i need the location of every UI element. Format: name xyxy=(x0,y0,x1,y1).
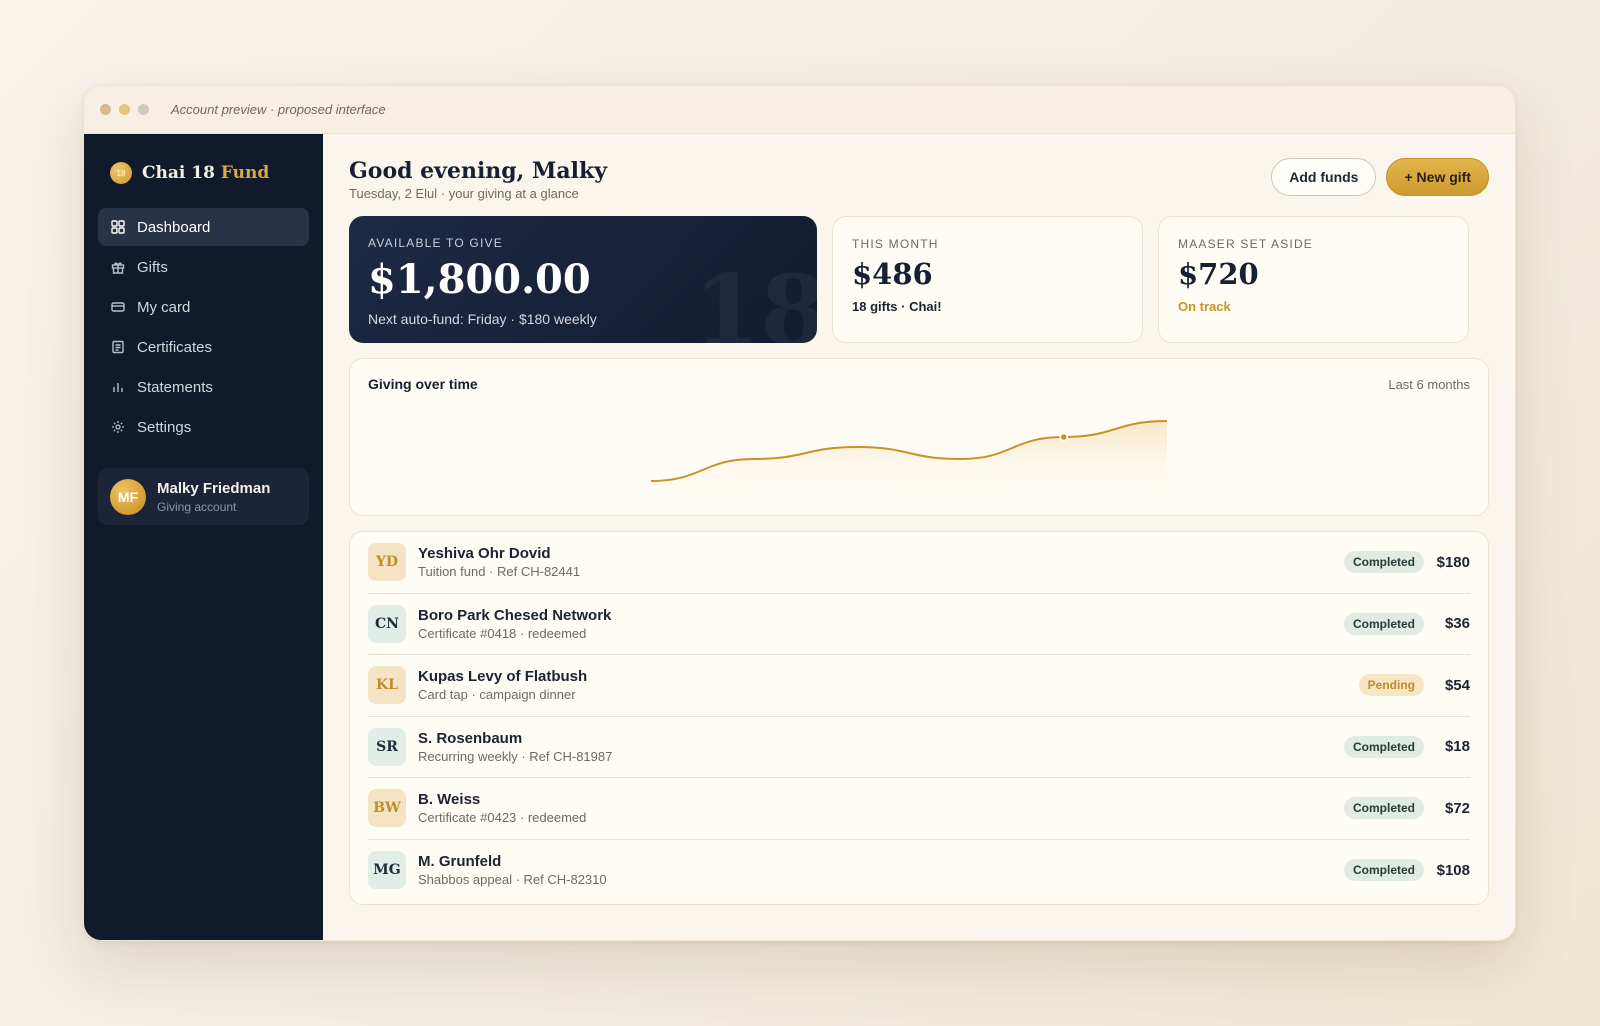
sidebar-item-settings[interactable]: Settings xyxy=(98,408,309,446)
minimize-window-button[interactable] xyxy=(119,104,130,115)
gift-icon xyxy=(111,260,125,274)
sidebar-item-label: Dashboard xyxy=(137,218,211,236)
grid-icon xyxy=(111,220,125,234)
sidebar-item-my-card[interactable]: My card xyxy=(98,288,309,326)
brand-logo[interactable]: 18 Chai 18 Fund xyxy=(98,158,309,188)
page-subtitle: Tuesday, 2 Elul · your giving at a glanc… xyxy=(349,186,579,201)
payee-avatar: MG xyxy=(368,851,406,890)
sidebar: 18 Chai 18 Fund Dashboard Gifts My card Cer… xyxy=(84,134,323,940)
status-badge: Completed xyxy=(1343,797,1424,820)
coin-icon: 18 xyxy=(110,162,132,184)
title-bar: Account preview · proposed interface xyxy=(84,86,1515,134)
user-role: Giving account xyxy=(157,499,237,514)
payee-name: Kupas Levy of Flatbush xyxy=(418,668,588,686)
status-badge: Completed xyxy=(1343,735,1424,758)
sidebar-item-label: My card xyxy=(137,298,191,316)
payee-name: Yeshiva Ohr Dovid xyxy=(418,545,551,563)
bar-chart-icon xyxy=(111,380,125,394)
payee-detail: Certificate #0418 · redeemed xyxy=(418,625,587,641)
zoom-window-button[interactable] xyxy=(138,104,149,115)
payee-detail: Recurring weekly · Ref CH-81987 xyxy=(418,748,613,764)
certificate-icon xyxy=(111,340,125,354)
status-badge: Completed xyxy=(1343,551,1424,574)
stat-label: MAASER SET ASIDE xyxy=(1178,237,1314,251)
payee-name: Boro Park Chesed Network xyxy=(418,606,612,624)
user-name: Malky Friedman xyxy=(157,479,271,497)
giving-chart xyxy=(650,420,1168,499)
transactions-list: YD Yeshiva Ohr Dovid Tuition fund · Ref CH… xyxy=(349,531,1489,905)
brand-name: Chai 18 Fund xyxy=(142,163,270,183)
amount: $180 xyxy=(1436,553,1470,571)
add-funds-button[interactable]: Add funds xyxy=(1271,158,1377,196)
payee-avatar: SR xyxy=(368,727,406,766)
payee-avatar: CN xyxy=(368,604,406,643)
list-item[interactable]: BW B. Weiss Certificate #0423 · redeemed Co… xyxy=(368,778,1470,840)
payee-detail: Certificate #0423 · redeemed xyxy=(418,810,587,826)
stats-row: 18 AVAILABLE TO GIVE $1,800.00 Next auto… xyxy=(349,216,1489,343)
stat-label: AVAILABLE TO GIVE xyxy=(368,236,503,250)
list-item[interactable]: KL Kupas Levy of Flatbush Card tap · campa… xyxy=(368,655,1470,717)
month-amount: $486 xyxy=(852,257,933,291)
payee-avatar: YD xyxy=(368,543,406,582)
sidebar-item-dashboard[interactable]: Dashboard xyxy=(98,208,309,246)
maaser-card: MAASER SET ASIDE $720 On track xyxy=(1158,216,1469,343)
amount: $36 xyxy=(1444,615,1470,633)
giving-chart-card: Giving over time Last 6 months xyxy=(349,358,1489,516)
chart-area xyxy=(651,421,1167,499)
amount: $54 xyxy=(1444,676,1470,694)
close-window-button[interactable] xyxy=(100,104,111,115)
status-badge: Completed xyxy=(1343,612,1424,635)
card-icon xyxy=(111,300,125,314)
payee-name: S. Rosenbaum xyxy=(418,729,523,747)
sidebar-item-statements[interactable]: Statements xyxy=(98,368,309,406)
sidebar-nav: Dashboard Gifts My card Certificates Stateme… xyxy=(98,208,309,446)
maaser-amount: $720 xyxy=(1178,257,1259,291)
avatar: MF xyxy=(110,478,146,515)
list-item[interactable]: YD Yeshiva Ohr Dovid Tuition fund · Ref CH… xyxy=(368,532,1470,594)
maaser-status: On track xyxy=(1178,299,1231,314)
sidebar-item-label: Statements xyxy=(137,378,213,396)
app-window: Account preview · proposed interface 18 … xyxy=(83,85,1516,941)
payee-avatar: KL xyxy=(368,666,406,705)
sidebar-item-label: Gifts xyxy=(137,258,168,276)
new-gift-button[interactable]: + New gift xyxy=(1386,158,1489,196)
payee-name: B. Weiss xyxy=(418,791,481,809)
page-title: Good evening, Malky xyxy=(349,158,607,184)
user-card[interactable]: MF Malky Friedman Giving account xyxy=(98,468,309,525)
chart-point[interactable] xyxy=(1059,432,1069,442)
this-month-card: THIS MONTH $486 18 gifts · Chai! xyxy=(832,216,1143,343)
list-item[interactable]: SR S. Rosenbaum Recurring weekly · Ref CH-… xyxy=(368,717,1470,778)
sidebar-item-certificates[interactable]: Certificates xyxy=(98,328,309,366)
window-title: Account preview · proposed interface xyxy=(171,102,386,117)
payee-avatar: BW xyxy=(368,789,406,828)
payee-name: M. Grunfeld xyxy=(418,853,502,871)
list-item[interactable]: CN Boro Park Chesed Network Certificate #0… xyxy=(368,594,1470,655)
page-header: Good evening, Malky Tuesday, 2 Elul · yo… xyxy=(349,158,1489,216)
sidebar-item-label: Settings xyxy=(137,418,192,436)
sidebar-item-gifts[interactable]: Gifts xyxy=(98,248,309,286)
main-content: Good evening, Malky Tuesday, 2 Elul · yo… xyxy=(323,134,1515,940)
month-note: 18 gifts · Chai! xyxy=(852,299,942,314)
stat-label: THIS MONTH xyxy=(852,237,939,251)
gear-icon xyxy=(111,420,125,434)
status-badge: Pending xyxy=(1358,674,1424,697)
sidebar-item-label: Certificates xyxy=(137,338,213,356)
watermark-18: 18 xyxy=(693,254,817,343)
payee-detail: Tuition fund · Ref CH-82441 xyxy=(418,564,581,580)
status-badge: Completed xyxy=(1343,859,1424,882)
list-item[interactable]: MG M. Grunfeld Shabbos appeal · Ref CH-823… xyxy=(368,840,1470,902)
available-balance-card: 18 AVAILABLE TO GIVE $1,800.00 Next auto… xyxy=(349,216,817,343)
amount: $72 xyxy=(1444,799,1470,817)
payee-detail: Card tap · campaign dinner xyxy=(418,687,576,703)
payee-detail: Shabbos appeal · Ref CH-82310 xyxy=(418,872,607,888)
amount: $18 xyxy=(1444,738,1470,756)
amount: $108 xyxy=(1436,861,1470,879)
window-controls xyxy=(100,104,149,115)
